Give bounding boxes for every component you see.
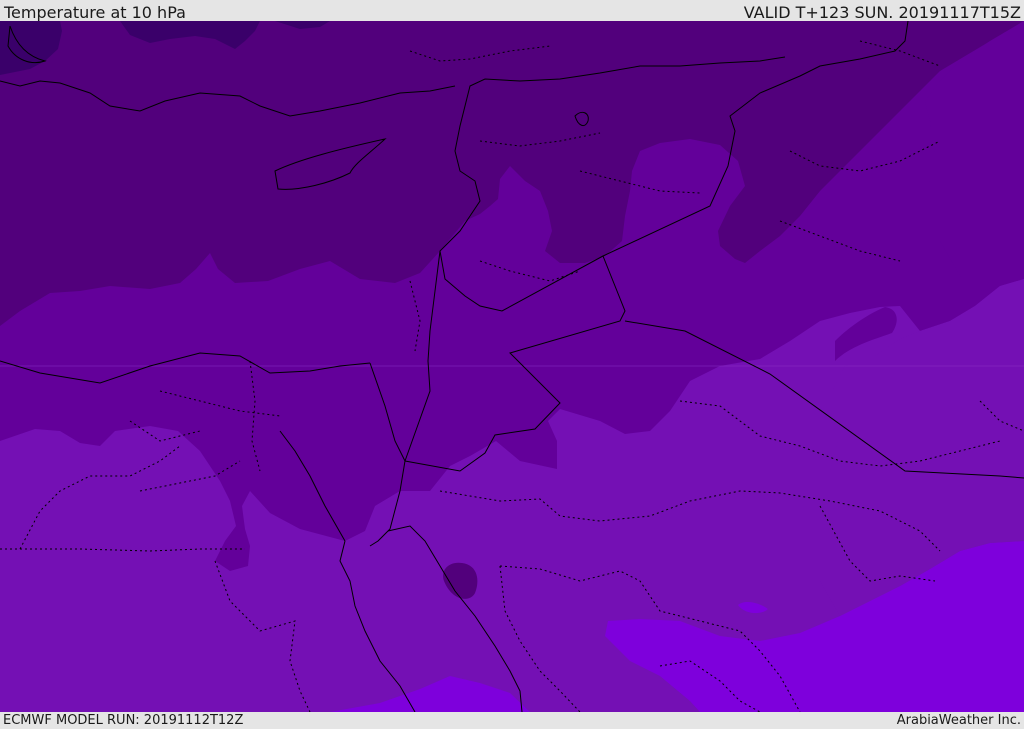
model-run-label: ECMWF MODEL RUN: 20191112T12Z [3, 713, 244, 728]
map-header: Temperature at 10 hPa VALID T+123 SUN. 2… [0, 0, 1024, 22]
map-title: Temperature at 10 hPa [4, 3, 186, 22]
map-footer: ECMWF MODEL RUN: 20191112T12Z ArabiaWeat… [0, 712, 1024, 729]
temperature-map[interactable] [0, 21, 1024, 712]
valid-time-label: VALID T+123 SUN. 20191117T15Z [743, 3, 1021, 22]
map-svg [0, 21, 1024, 712]
credit-label: ArabiaWeather Inc. [896, 713, 1021, 728]
